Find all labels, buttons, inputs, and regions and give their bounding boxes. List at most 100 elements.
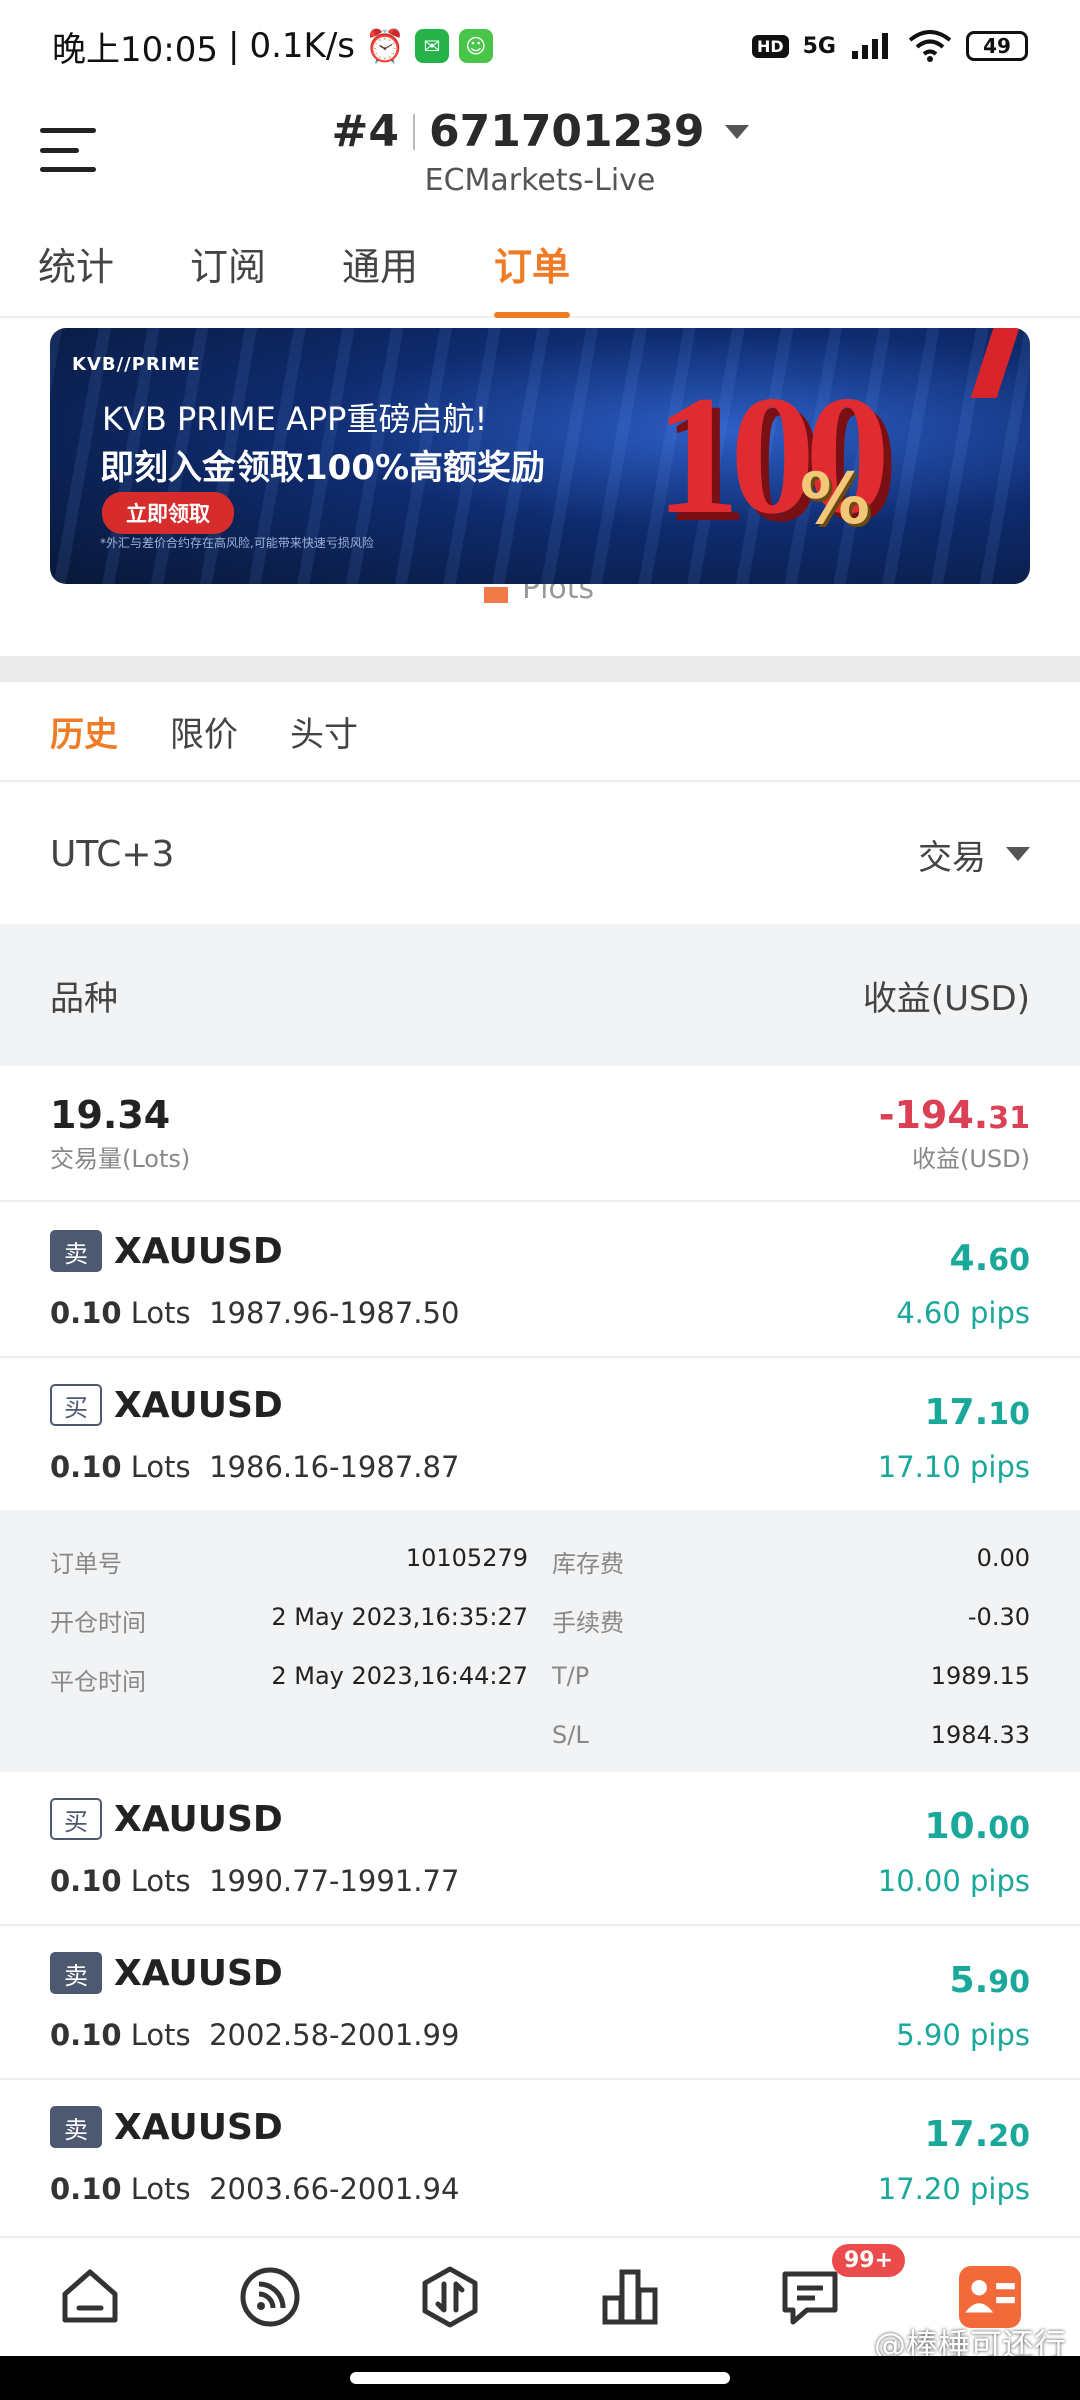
order-profit: 4.60 (950, 1238, 1030, 1279)
banner-claim-button[interactable]: 立即领取 (102, 492, 234, 534)
account-selector[interactable]: #4 671701239 ECMarkets-Live (0, 106, 1080, 198)
order-number-value: 10105279 (405, 1544, 528, 1572)
chevron-down-icon (1006, 847, 1030, 861)
sell-badge: 卖 (50, 1952, 102, 1994)
banner-subheadline: 即刻入金领取100%高额奖励 (100, 448, 546, 488)
type-dropdown-value: 交易 (918, 837, 986, 878)
volume-label: 交易量(Lots) (50, 1144, 191, 1173)
profit-total: -194.31 (879, 1093, 1030, 1137)
volume-value: 19.34 (50, 1092, 171, 1137)
filter-row: UTC+3 交易 (0, 784, 1080, 924)
chevron-down-icon[interactable] (724, 124, 749, 139)
messages-badge: 99+ (832, 2244, 906, 2277)
close-time-value: 2 May 2023,16:44:27 (271, 1662, 528, 1690)
banner-logo: KVB//PRIME (72, 354, 201, 375)
app-header: #4 671701239 ECMarkets-Live (0, 92, 1080, 212)
detail-row: 订单号 10105279 库存费 0.00 (0, 1544, 1080, 1584)
nav-rankings[interactable] (540, 2238, 720, 2356)
status-separator: | (227, 26, 240, 66)
order-prices: 1986.16-1987.87 (209, 1450, 460, 1484)
order-lots: 0.10 (50, 2018, 122, 2052)
status-time: 晚上10:05 (52, 29, 218, 70)
column-header: 品种 收益(USD) (0, 924, 1080, 1066)
banner-percent: % (799, 458, 870, 540)
sell-badge: 卖 (50, 2106, 102, 2148)
tab-general[interactable]: 通用 (342, 232, 418, 318)
order-number-label: 订单号 (50, 1550, 122, 1578)
status-bar: 晚上10:05 | 0.1K/s ⏰ ✉ ☺ HD 5G 49 (0, 0, 1080, 92)
order-row[interactable]: 买 XAUUSD 0.10 Lots 1990.77-1991.77 10.00 … (0, 1772, 1080, 1926)
banner-risk-note: *外汇与差价合约存在高风险,可能带来快速亏损风险 (100, 536, 374, 550)
server-name: ECMarkets-Live (424, 163, 656, 198)
order-pips: 5.90 pips (896, 2018, 1030, 2052)
buy-badge: 买 (50, 1798, 102, 1840)
order-profit-decimals: 10 (988, 1397, 1030, 1432)
subtab-limit[interactable]: 限价 (170, 707, 238, 756)
order-profit-decimals: 60 (988, 1243, 1030, 1278)
type-dropdown[interactable]: 交易 (918, 830, 1030, 879)
messages-icon (782, 2271, 838, 2325)
commission-value: -0.30 (967, 1603, 1030, 1631)
plots-legend: Plots (484, 584, 594, 612)
volume-summary: 19.34 交易量(Lots) (50, 1093, 190, 1174)
main-tabs: 统计 订阅 通用 订单 (0, 232, 1080, 318)
nav-trade[interactable] (360, 2238, 540, 2356)
tab-orders[interactable]: 订单 (494, 232, 571, 318)
order-lots: 0.10 (50, 1864, 122, 1898)
order-row[interactable]: 卖 XAUUSD 0.10 Lots 2002.58-2001.99 5.90 5… (0, 1926, 1080, 2080)
column-profit: 收益(USD) (862, 978, 1030, 1019)
wechat-icon: ✉ (414, 29, 449, 63)
nav-home[interactable] (0, 2238, 180, 2356)
stop-loss-label: S/L (552, 1721, 589, 1749)
open-time-label: 开仓时间 (50, 1609, 146, 1637)
signal-icon (852, 33, 888, 59)
legend-swatch (484, 587, 508, 603)
order-lots-prices: 0.10 Lots 1987.96-1987.50 (50, 1296, 459, 1330)
swap-value: 0.00 (976, 1544, 1030, 1572)
subtab-positions[interactable]: 头寸 (290, 707, 358, 756)
sell-badge: 卖 (50, 1230, 102, 1272)
order-prices: 1990.77-1991.77 (209, 1864, 460, 1898)
profile-icon (959, 2266, 1021, 2328)
account-number: 671701239 (428, 106, 705, 157)
order-symbol: XAUUSD (114, 1952, 283, 1994)
order-row[interactable]: 买 XAUUSD 0.10 Lots 1986.16-1987.87 17.10 … (0, 1358, 1080, 1512)
profit-total-decimals: 31 (988, 1100, 1030, 1136)
alarm-icon: ⏰ (365, 27, 405, 65)
order-lots: 0.10 (50, 2172, 122, 2206)
order-lots: 0.10 (50, 1296, 122, 1330)
order-lots-unit: Lots (130, 1864, 191, 1898)
profit-label: 收益(USD) (911, 1144, 1030, 1173)
buy-badge: 买 (50, 1384, 102, 1426)
order-pips: 17.20 pips (877, 2172, 1030, 2206)
order-row[interactable]: 卖 XAUUSD 0.10 Lots 2003.66-2001.94 17.20 … (0, 2080, 1080, 2234)
column-symbol: 品种 (50, 978, 118, 1019)
gesture-bar[interactable] (350, 2372, 730, 2384)
order-profit: 5.90 (950, 1960, 1030, 2001)
order-pips: 4.60 pips (896, 1296, 1030, 1330)
wifi-icon (908, 30, 952, 62)
subtab-history[interactable]: 历史 (50, 707, 118, 756)
tab-subscription[interactable]: 订阅 (190, 232, 266, 318)
order-profit: 17.10 (924, 1392, 1030, 1433)
section-divider (0, 656, 1080, 682)
order-symbol: XAUUSD (114, 2106, 283, 2148)
swap-label: 库存费 (552, 1550, 624, 1578)
order-prices: 1987.96-1987.50 (209, 1296, 460, 1330)
summary-row: 19.34 交易量(Lots) -194.31 收益(USD) (0, 1066, 1080, 1202)
take-profit-label: T/P (552, 1662, 590, 1690)
order-prices: 2002.58-2001.99 (209, 2018, 460, 2052)
order-symbol: XAUUSD (114, 1384, 283, 1426)
tab-statistics[interactable]: 统计 (38, 232, 114, 318)
order-profit-main: 4. (949, 1238, 989, 1279)
timezone-label[interactable]: UTC+3 (50, 834, 174, 875)
account-row[interactable]: #4 671701239 (331, 106, 749, 157)
detail-row: 平仓时间 2 May 2023,16:44:27 T/P 1989.15 (0, 1662, 1080, 1702)
order-lots-prices: 0.10 Lots 1990.77-1991.77 (50, 1864, 459, 1898)
order-row[interactable]: 卖 XAUUSD 0.10 Lots 1987.96-1987.50 4.60 4… (0, 1204, 1080, 1358)
nav-feed[interactable] (180, 2238, 360, 2356)
order-pips: 10.00 pips (877, 1864, 1030, 1898)
detail-row: S/L 1984.33 (0, 1721, 1080, 1761)
promo-banner[interactable]: KVB//PRIME KVB PRIME APP重磅启航! 即刻入金领取100%… (50, 328, 1030, 584)
order-lots-unit: Lots (130, 1296, 191, 1330)
